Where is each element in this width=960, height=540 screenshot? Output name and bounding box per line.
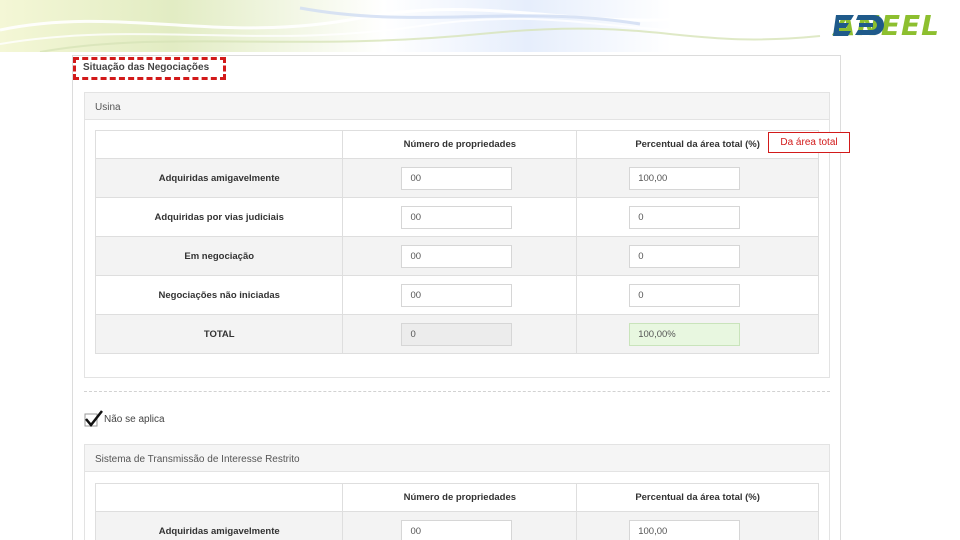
annotation-highlight-box (73, 57, 226, 80)
table-total-row: TOTAL 0 100,00% (94, 314, 819, 354)
aneel-logo: ANEEL (832, 9, 940, 42)
total-count-field: 0 (401, 322, 513, 346)
row-label: Negociações não iniciadas (94, 275, 344, 315)
column-header-count: Número de propriedades (342, 130, 578, 159)
column-header-count: Número de propriedades (342, 483, 578, 512)
table-row: Em negociação 00 0 (94, 236, 819, 276)
page: ANEEL Situação das Negociações Usina Núm… (0, 0, 960, 540)
transmissao-group-title: Sistema de Transmissão de Interesse Rest… (85, 445, 829, 472)
not-applicable-label: Não se aplica (104, 413, 165, 425)
usina-table: Número de propriedades Percentual da áre… (94, 130, 819, 354)
row-label: Em negociação (94, 236, 344, 276)
count-input[interactable]: 00 (401, 283, 513, 307)
row-label: Adquiridas por vias judiciais (94, 197, 344, 237)
count-input[interactable]: 00 (401, 205, 513, 229)
not-applicable-option[interactable]: Não se aplica (84, 410, 165, 428)
table-header-row: Número de propriedades Percentual da áre… (94, 130, 819, 159)
percent-input[interactable]: 100,00 (629, 166, 741, 190)
annotation-callout: Da área total (768, 132, 850, 153)
count-input[interactable]: 00 (401, 166, 513, 190)
row-label: Adquiridas amigavelmente (94, 511, 344, 540)
divider (84, 391, 830, 392)
table-row: Adquiridas por vias judiciais 00 0 (94, 197, 819, 237)
table-row: Adquiridas amigavelmente 00 100,00 (94, 511, 819, 540)
count-input[interactable]: 00 (401, 244, 513, 268)
total-percent-field: 100,00% (629, 322, 741, 346)
table-header-row: Número de propriedades Percentual da áre… (94, 483, 819, 512)
banner-decoration (0, 6, 821, 52)
usina-group-title: Usina (85, 93, 829, 120)
transmissao-group: Sistema de Transmissão de Interesse Rest… (84, 444, 830, 540)
table-row: Negociações não iniciadas 00 0 (94, 275, 819, 315)
table-header-empty (94, 483, 344, 512)
percent-input[interactable]: 100,00 (629, 519, 741, 540)
aneel-logo-icon (832, 15, 884, 36)
table-row: Adquiridas amigavelmente 00 100,00 (94, 158, 819, 198)
percent-input[interactable]: 0 (629, 283, 741, 307)
total-label: TOTAL (94, 314, 344, 354)
header-banner: ANEEL (0, 0, 960, 52)
percent-input[interactable]: 0 (629, 205, 741, 229)
checkmark-icon[interactable] (84, 410, 104, 428)
count-input[interactable]: 00 (401, 519, 513, 540)
transmissao-table: Número de propriedades Percentual da áre… (94, 483, 819, 540)
row-label: Adquiridas amigavelmente (94, 158, 344, 198)
table-header-empty (94, 130, 344, 159)
usina-group: Usina Número de propriedades Percentual … (84, 92, 830, 378)
percent-input[interactable]: 0 (629, 244, 741, 268)
column-header-percent: Percentual da área total (%) (576, 483, 819, 512)
